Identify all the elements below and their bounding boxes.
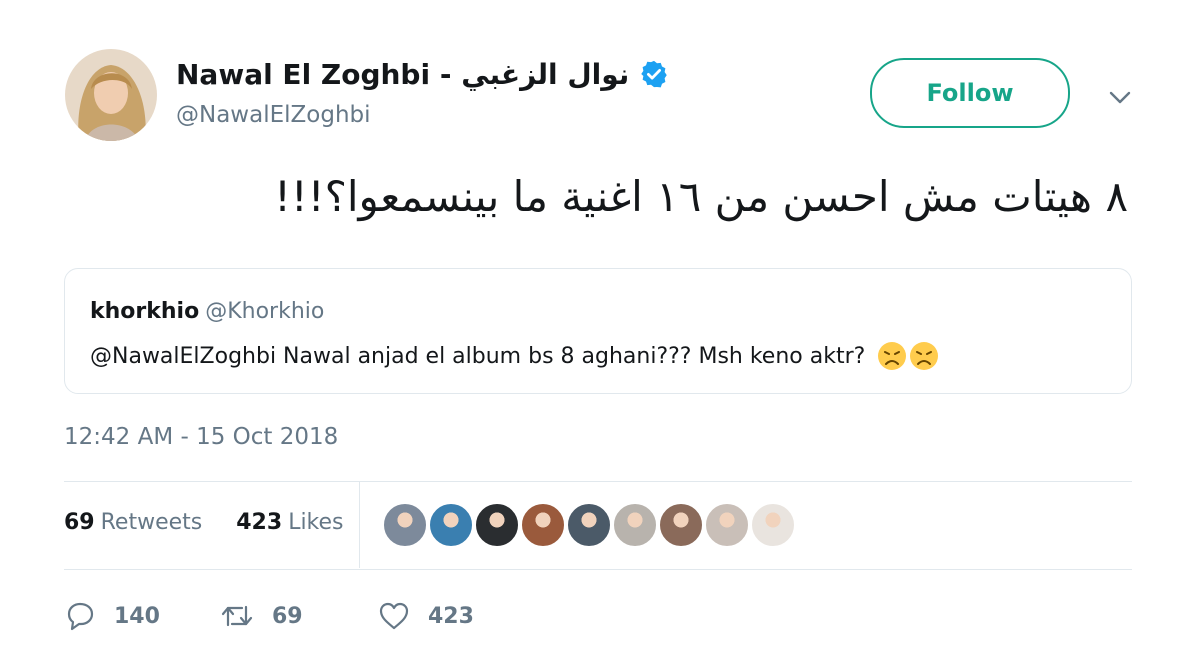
liker-avatars [382,502,796,548]
liker-avatar[interactable] [382,502,428,548]
like-count: 423 [428,603,474,629]
quoted-author-name: khorkhio [90,299,200,324]
author-avatar[interactable] [65,49,157,141]
retweets-count: 69 [64,510,95,535]
author-display-name[interactable]: Nawal El Zoghbi - نوال الزغبي [176,54,669,94]
liker-avatar[interactable] [474,502,520,548]
emoji-group [877,341,939,371]
quoted-tweet-header: khorkhio @Khorkhio [90,299,324,324]
quoted-tweet-card[interactable]: khorkhio @Khorkhio @NawalElZoghbi Nawal a… [64,268,1132,394]
like-action[interactable]: 423 [378,601,474,631]
tweet-text: ٨ هيتات مش احسن من ١٦ اغنية ما بينسمعوا؟… [274,172,1128,221]
disappointed-face-icon [910,342,939,370]
liker-avatar[interactable] [750,502,796,548]
liker-avatar[interactable] [612,502,658,548]
quoted-tweet-body: @NawalElZoghbi Nawal anjad el album bs 8… [90,341,939,371]
verified-badge-icon [639,59,669,89]
divider-bottom [64,569,1132,570]
reply-count: 140 [114,603,160,629]
engagement-stats: 69 Retweets 423 Likes [64,510,344,535]
author-display-name-text[interactable]: Nawal El Zoghbi - نوال الزغبي [176,58,629,91]
follow-button[interactable]: Follow [870,58,1070,128]
retweet-count: 69 [272,603,303,629]
likes-label: Likes [288,510,344,535]
liker-avatar[interactable] [520,502,566,548]
liker-avatar[interactable] [566,502,612,548]
heart-icon [379,602,409,630]
chevron-down-icon[interactable] [1106,84,1134,112]
divider-top [64,481,1132,482]
reply-icon [67,602,94,631]
reply-action[interactable]: 140 [64,601,220,631]
author-handle[interactable]: @NawalElZoghbi [176,102,371,128]
quoted-author-handle: @Khorkhio [205,299,325,324]
liker-avatar[interactable] [658,502,704,548]
likes-stat[interactable]: 423 Likes [236,510,343,535]
tweet-timestamp[interactable]: 12:42 AM - 15 Oct 2018 [64,424,338,450]
stats-separator [359,482,360,568]
liker-avatar[interactable] [428,502,474,548]
retweets-stat[interactable]: 69 Retweets [64,510,209,535]
tweet-actions: 140 69 423 [64,598,474,634]
disappointed-face-icon [878,342,907,370]
retweet-action[interactable]: 69 [220,601,378,631]
retweet-icon [221,605,253,627]
quoted-tweet-text: @NawalElZoghbi Nawal anjad el album bs 8… [90,343,866,369]
likes-count: 423 [236,510,283,535]
liker-avatar[interactable] [704,502,750,548]
retweets-label: Retweets [100,510,203,535]
